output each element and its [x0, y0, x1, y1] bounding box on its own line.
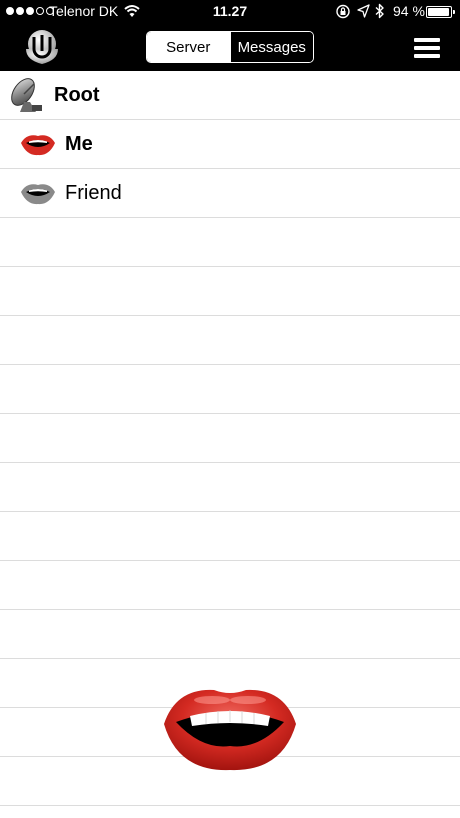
app: Telenor DK 11.27 94 % Server Messages Ro…: [0, 0, 460, 818]
status-time: 11.27: [212, 3, 248, 19]
battery-icon: [426, 6, 455, 18]
battery-level: [428, 8, 449, 16]
empty-row: [0, 806, 460, 818]
tab-server[interactable]: Server: [147, 32, 230, 62]
battery-percent: 94 %: [393, 3, 425, 19]
empty-row: [0, 512, 460, 561]
empty-row: [0, 610, 460, 659]
empty-row: [0, 218, 460, 267]
tab-messages[interactable]: Messages: [229, 32, 313, 62]
empty-row: [0, 316, 460, 365]
list-item-label: Root: [54, 84, 100, 106]
empty-row: [0, 414, 460, 463]
bluetooth-icon: [375, 3, 384, 19]
empty-row: [0, 463, 460, 512]
app-logo-icon[interactable]: [22, 27, 62, 67]
location-arrow-icon: [357, 4, 370, 18]
empty-row: [0, 561, 460, 610]
empty-row: [0, 365, 460, 414]
grey-lips-icon: [21, 184, 55, 205]
list-item-friend[interactable]: Friend: [0, 169, 460, 218]
list-item-root[interactable]: Root: [0, 71, 460, 120]
list-item-label: Me: [65, 133, 93, 155]
orientation-lock-icon: [336, 4, 350, 19]
push-to-talk-button[interactable]: [162, 684, 298, 772]
empty-row: [0, 267, 460, 316]
status-bar: Telenor DK 11.27 94 %: [0, 0, 460, 24]
list-item-me[interactable]: Me: [0, 120, 460, 169]
list-item-label: Friend: [65, 182, 122, 204]
nav-bar: Server Messages: [0, 24, 460, 71]
satellite-dish-icon: [11, 78, 42, 112]
red-lips-icon: [21, 135, 55, 156]
segmented-control: Server Messages: [146, 31, 314, 63]
menu-icon[interactable]: [414, 38, 440, 58]
